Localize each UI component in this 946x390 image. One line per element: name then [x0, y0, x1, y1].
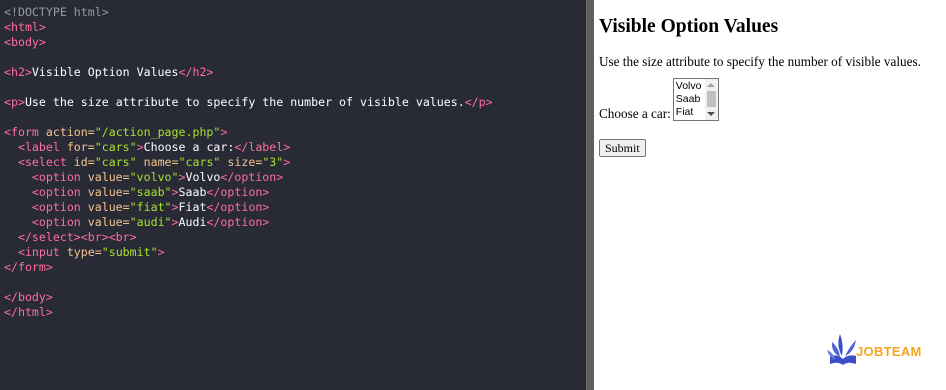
- code-token: Visible Option Values: [31, 65, 179, 79]
- code-token: <h2>: [4, 65, 32, 79]
- code-token: Audi: [178, 215, 207, 229]
- code-token: </option>: [206, 185, 270, 199]
- submit-button[interactable]: Submit: [599, 139, 646, 157]
- description-paragraph: Use the size attribute to specify the nu…: [599, 54, 921, 69]
- code-token: Volvo: [185, 170, 221, 184]
- code-token: </h2>: [178, 65, 214, 79]
- scroll-up-icon[interactable]: [706, 83, 715, 87]
- code-token: </label>: [234, 140, 291, 154]
- code-token: Saab: [178, 185, 207, 199]
- code-token: <html>: [4, 20, 46, 34]
- code-token: "fiat": [129, 200, 172, 214]
- code-line: <input type="submit">: [0, 245, 586, 260]
- option-saab[interactable]: Saab: [674, 93, 702, 106]
- code-token: </option>: [206, 215, 270, 229]
- code-line: <label for="cars">Choose a car:</label>: [0, 140, 586, 155]
- code-token: Fiat: [178, 200, 207, 214]
- code-line: </html>: [0, 305, 586, 320]
- scroll-thumb[interactable]: [706, 91, 716, 107]
- code-line: <!DOCTYPE html>: [0, 5, 586, 20]
- car-form: Choose a car: Volvo Saab Fiat: [599, 78, 946, 121]
- code-token: size=: [220, 155, 263, 169]
- logo-text: JOBTEAM: [856, 344, 922, 359]
- code-token: <option: [4, 200, 81, 214]
- code-line: <option value="saab">Saab</option>: [0, 185, 586, 200]
- code-line: <option value="fiat">Fiat</option>: [0, 200, 586, 215]
- code-line: <h2>Visible Option Values</h2>: [0, 65, 586, 80]
- code-token: <input: [4, 245, 60, 259]
- code-token: >: [220, 125, 228, 139]
- code-token: >: [178, 170, 186, 184]
- code-token: <label: [4, 140, 60, 154]
- code-token: for=: [59, 140, 95, 154]
- code-token: </html>: [4, 305, 53, 319]
- scroll-down-icon[interactable]: [706, 112, 715, 116]
- code-token: value=: [80, 215, 130, 229]
- code-token: Choose a car:: [143, 140, 235, 154]
- code-token: >: [171, 185, 179, 199]
- code-token: name=: [136, 155, 179, 169]
- cars-select[interactable]: Volvo Saab Fiat: [672, 78, 719, 121]
- code-token: type=: [59, 245, 102, 259]
- code-token: <!DOCTYPE html>: [4, 5, 109, 19]
- code-token: value=: [80, 200, 130, 214]
- code-token: "cars": [94, 140, 137, 154]
- code-token: id=: [66, 155, 95, 169]
- option-fiat[interactable]: Fiat: [674, 106, 702, 119]
- code-line: <select id="cars" name="cars" size="3">: [0, 155, 586, 170]
- code-line: <option value="volvo">Volvo</option>: [0, 170, 586, 185]
- code-token: >: [171, 200, 179, 214]
- code-token: "saab": [129, 185, 172, 199]
- code-token: "submit": [101, 245, 158, 259]
- jobteam-logo: JOBTEAM: [826, 330, 926, 370]
- code-token: Use the size attribute to specify the nu…: [24, 95, 465, 109]
- car-label: Choose a car:: [599, 106, 671, 121]
- code-token: <p>: [4, 95, 25, 109]
- code-token: <form: [4, 125, 39, 139]
- code-line: <form action="/action_page.php">: [0, 125, 586, 140]
- code-token: value=: [80, 185, 130, 199]
- code-token: "/action_page.php": [94, 125, 221, 139]
- code-token: "cars": [94, 155, 137, 169]
- code-line: <p>Use the size attribute to specify the…: [0, 95, 586, 110]
- code-line: <option value="audi">Audi</option>: [0, 215, 586, 230]
- code-token: </p>: [464, 95, 493, 109]
- code-editor[interactable]: <!DOCTYPE html> <html> <body> <h2>Visible O…: [0, 0, 586, 390]
- code-token: "volvo": [129, 170, 179, 184]
- code-token: <body>: [4, 35, 46, 49]
- option-volvo[interactable]: Volvo: [674, 80, 702, 93]
- code-token: "3": [262, 155, 284, 169]
- code-token: <option: [4, 215, 81, 229]
- select-scrollbar[interactable]: [704, 79, 718, 120]
- code-line: <html>: [0, 20, 586, 35]
- code-token: </form>: [4, 260, 53, 274]
- book-leaves-icon: [827, 334, 856, 365]
- code-line: </body>: [0, 290, 586, 305]
- code-token: >: [136, 140, 144, 154]
- code-token: >: [283, 155, 291, 169]
- code-token: </body>: [4, 290, 53, 304]
- code-token: </option>: [220, 170, 284, 184]
- code-line: <body>: [0, 35, 586, 50]
- code-token: </option>: [206, 200, 270, 214]
- code-token: "cars": [178, 155, 221, 169]
- code-token: <select: [4, 155, 67, 169]
- code-token: value=: [80, 170, 130, 184]
- code-token: "audi": [129, 215, 172, 229]
- pane-resize-handle[interactable]: [586, 0, 594, 390]
- code-token: >: [157, 245, 165, 259]
- code-line: </select><br><br>: [0, 230, 586, 245]
- code-token: >: [171, 215, 179, 229]
- page-title: Visible Option Values: [599, 16, 779, 37]
- code-line: </form>: [0, 260, 586, 275]
- code-token: action=: [38, 125, 95, 139]
- code-token: <option: [4, 185, 81, 199]
- code-token: </select><br><br>: [4, 230, 137, 244]
- code-token: <option: [4, 170, 81, 184]
